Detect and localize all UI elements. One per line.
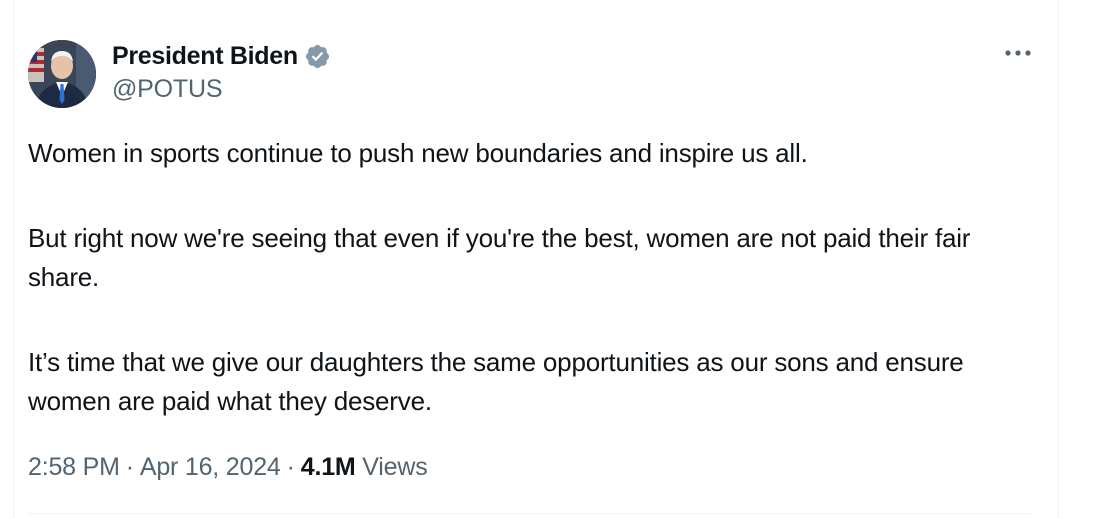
tweet-header: President Biden @POTUS [28,40,1031,110]
avatar-portrait-icon [28,40,96,108]
more-horizontal-icon [1005,50,1031,56]
author-names: President Biden @POTUS [112,40,331,104]
meta-separator: · [125,453,134,481]
more-options-button[interactable] [1000,42,1036,64]
tweet-date[interactable]: Apr 16, 2024 [140,453,281,481]
divider [28,513,1030,514]
tweet-paragraph: But right now we're seeing that even if … [28,222,971,293]
author-handle[interactable]: @POTUS [112,75,331,104]
tweet-time[interactable]: 2:58 PM [28,453,120,481]
tweet-text: Women in sports continue to push new bou… [28,134,1028,422]
views-count: 4.1M [300,453,356,481]
avatar[interactable] [28,40,96,108]
views-label: Views [362,453,428,481]
tweet-paragraph: It’s time that we give our daughters the… [28,346,964,417]
verified-badge-icon[interactable] [304,43,331,70]
tweet-paragraph: Women in sports continue to push new bou… [28,138,808,168]
display-name[interactable]: President Biden [112,42,298,71]
meta-separator: · [286,453,295,481]
display-name-row: President Biden [112,40,331,72]
tweet-meta: 2:58 PM · Apr 16, 2024 · 4.1M Views [28,453,428,482]
